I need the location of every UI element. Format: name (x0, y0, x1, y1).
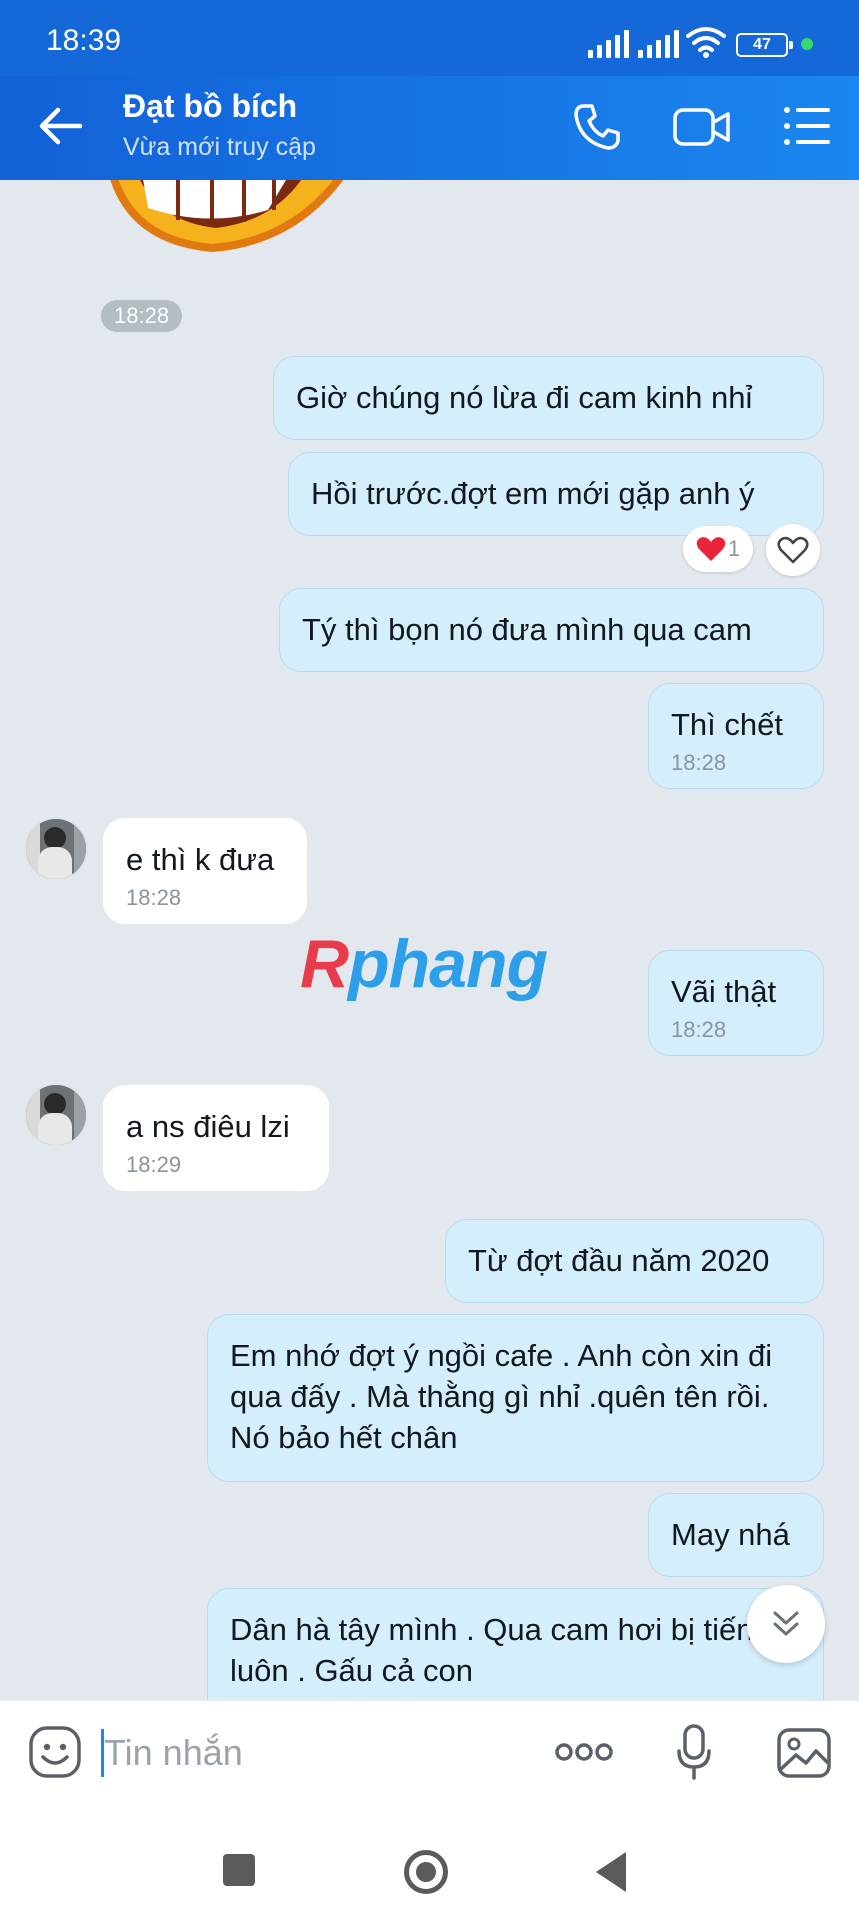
scroll-down-button[interactable] (747, 1585, 825, 1663)
message-input-bar (0, 1700, 859, 1808)
message-text: Giờ chúng nó lừa đi cam kinh nhỉ (296, 380, 753, 415)
battery-level: 47 (753, 36, 771, 53)
message-bubble-sent[interactable]: Thì chết 18:28 (648, 683, 824, 789)
contact-status: Vừa mới truy cập (123, 133, 316, 161)
message-list[interactable]: 18:28 Giờ chúng nó lừa đi cam kinh nhỉ H… (0, 180, 859, 1700)
message-input[interactable] (104, 1727, 524, 1779)
message-text: Thì chết (671, 707, 783, 742)
message-bubble-sent[interactable]: Em nhớ đợt ý ngồi cafe . Anh còn xin đi … (207, 1314, 824, 1482)
heart-outline-icon (777, 536, 809, 564)
watermark-logo: Rphang (300, 926, 548, 1002)
message-text: Vãi thật (671, 974, 777, 1009)
contact-avatar[interactable] (24, 817, 88, 881)
microphone-button[interactable] (676, 1723, 712, 1781)
home-button[interactable] (404, 1850, 448, 1894)
signal-icon-2 (638, 30, 679, 58)
message-bubble-sent[interactable]: May nhá (648, 1493, 824, 1577)
status-time: 18:39 (46, 24, 122, 57)
message-text: a ns điêu lzi (126, 1109, 290, 1144)
system-back-button[interactable] (596, 1852, 626, 1892)
double-chevron-down-icon (773, 1611, 799, 1636)
emoji-button[interactable] (28, 1725, 82, 1779)
message-text: Tý thì bọn nó đưa mình qua cam (302, 612, 752, 647)
chat-header: 18:39 47 Đạt bồ bích Vừa mới truy cập (0, 0, 859, 180)
message-time: 18:28 (671, 750, 727, 775)
message-time: 18:28 (126, 885, 182, 910)
reaction-number: 1 (727, 536, 741, 561)
message-time: 18:29 (126, 1152, 182, 1177)
red-heart-icon (696, 537, 726, 561)
message-text: e thì k đưa (126, 842, 275, 877)
message-text: Dân hà tây mình . Qua cam hơi bị tiếng l… (230, 1612, 771, 1688)
system-nav-bar (0, 1808, 859, 1908)
message-bubble-sent[interactable]: Hồi trước.đợt em mới gặp anh ý (288, 452, 824, 536)
message-text: Hồi trước.đợt em mới gặp anh ý (311, 476, 755, 511)
grin-sticker-icon[interactable] (108, 180, 368, 270)
wifi-icon (686, 27, 726, 58)
contact-name[interactable]: Đạt bồ bích (123, 88, 297, 125)
message-bubble-sent[interactable]: Tý thì bọn nó đưa mình qua cam (279, 588, 824, 672)
signal-icon (588, 30, 629, 58)
message-text: Từ đợt đầu năm 2020 (468, 1243, 770, 1278)
message-bubble-received[interactable]: a ns điêu lzi 18:29 (103, 1085, 329, 1191)
call-button[interactable] (572, 102, 622, 152)
message-text: Em nhớ đợt ý ngồi cafe . Anh còn xin đi … (230, 1338, 773, 1455)
heart-react-button[interactable] (766, 524, 820, 576)
video-call-button[interactable] (672, 106, 732, 148)
message-text: May nhá (671, 1517, 790, 1552)
back-button[interactable] (36, 102, 88, 150)
image-gallery-button[interactable] (776, 1727, 832, 1779)
reaction-count[interactable]: 1 (683, 526, 753, 572)
status-bar: 18:39 47 (0, 0, 859, 76)
menu-button[interactable] (782, 104, 832, 148)
message-bubble-received[interactable]: e thì k đưa 18:28 (103, 818, 307, 924)
more-options-button[interactable] (554, 1739, 614, 1765)
sticker-timestamp: 18:28 (101, 300, 183, 332)
message-bubble-sent[interactable]: Dân hà tây mình . Qua cam hơi bị tiếng l… (207, 1588, 824, 1700)
message-bubble-sent[interactable]: Vãi thật 18:28 (648, 950, 824, 1056)
message-time: 18:28 (671, 1017, 727, 1042)
message-bubble-sent[interactable]: Giờ chúng nó lừa đi cam kinh nhỉ (273, 356, 824, 440)
recents-button[interactable] (223, 1854, 255, 1886)
active-dot-icon (801, 38, 813, 50)
message-bubble-sent[interactable]: Từ đợt đầu năm 2020 (445, 1219, 824, 1303)
battery-icon: 47 (736, 33, 793, 57)
contact-avatar[interactable] (24, 1083, 88, 1147)
